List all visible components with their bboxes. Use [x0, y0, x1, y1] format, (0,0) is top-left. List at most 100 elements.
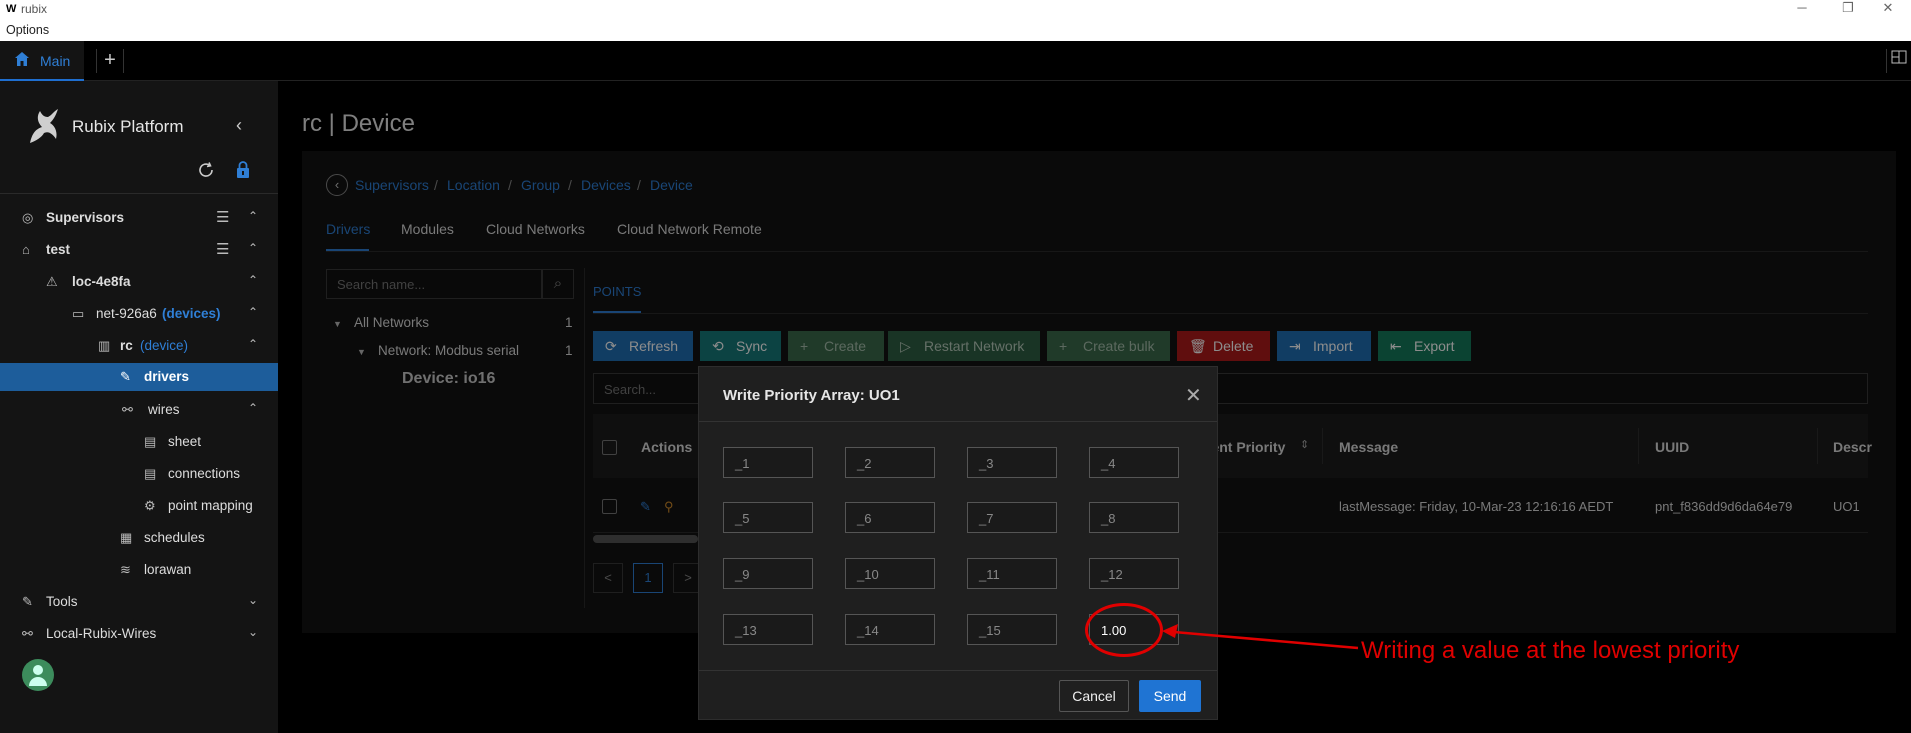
home-icon: ⌂	[22, 242, 30, 257]
device-icon: ▥	[98, 338, 111, 353]
priority-input-11[interactable]: _11	[967, 558, 1057, 589]
rubix-logo-icon	[30, 109, 58, 143]
lock-icon[interactable]	[236, 161, 250, 179]
annotation-text: Writing a value at the lowest priority	[1361, 637, 1740, 664]
sidebar-item-label: drivers	[144, 369, 190, 384]
chevron-up-icon[interactable]: ⌃	[248, 241, 258, 255]
cancel-button[interactable]: Cancel	[1059, 680, 1129, 712]
sidebar-item-supervisors[interactable]: ◎ Supervisors ☰ ⌃	[0, 203, 278, 233]
sidebar-item-label: sheet	[168, 434, 202, 449]
home-icon	[15, 52, 29, 66]
layout-icon[interactable]	[1886, 49, 1911, 73]
window-title: rubix	[21, 2, 48, 16]
priority-input-15[interactable]: _15	[967, 614, 1057, 645]
sidebar-item-lorawan[interactable]: ≋ lorawan	[0, 555, 278, 585]
sidebar-item-drivers[interactable]: ✎ drivers	[0, 363, 278, 391]
priority-input-4[interactable]: _4	[1089, 447, 1179, 478]
sidebar-item-local-rubix-wires[interactable]: ⚯ Local-Rubix-Wires ⌄	[0, 619, 278, 649]
refresh-icon[interactable]	[197, 161, 215, 179]
chevron-up-icon[interactable]: ⌃	[248, 273, 258, 287]
wifi-icon: ≋	[120, 562, 131, 577]
sidebar-item-schedules[interactable]: ▦ schedules	[0, 523, 278, 553]
sidebar-item-label: Tools	[46, 594, 78, 609]
sidebar-item-tag: (devices)	[162, 306, 221, 321]
app-icon: W	[6, 3, 17, 15]
chevron-up-icon[interactable]: ⌃	[248, 337, 258, 351]
priority-input-9[interactable]: _9	[723, 558, 813, 589]
sheet-icon: ▤	[144, 434, 157, 449]
tab-main[interactable]: Main	[0, 41, 84, 81]
priority-input-1[interactable]: _1	[723, 447, 813, 478]
menu-options[interactable]: Options	[6, 23, 49, 37]
sidebar-item-tag: (device)	[140, 338, 189, 353]
tab-main-label: Main	[40, 53, 71, 69]
menu-icon[interactable]: ☰	[216, 208, 229, 226]
priority-input-6[interactable]: _6	[845, 502, 935, 533]
sidebar-item-label: test	[46, 242, 71, 257]
sidebar-item-label: loc-4e8fa	[72, 274, 131, 289]
sidebar-item-label: connections	[168, 466, 241, 481]
wires-local-icon: ⚯	[22, 626, 33, 641]
sidebar-item-sheet[interactable]: ▤ sheet	[0, 427, 278, 457]
priority-input-3[interactable]: _3	[967, 447, 1057, 478]
close-window-button[interactable]: ✕	[1865, 0, 1911, 19]
sidebar-divider	[0, 193, 278, 194]
menu-bar: Options	[0, 19, 1911, 41]
tools-icon: ✎	[22, 594, 33, 609]
close-icon[interactable]: ✕	[1185, 383, 1202, 408]
sidebar-item-label: net-926a6	[96, 306, 157, 321]
app-tab-strip: Main +	[0, 41, 1911, 81]
modal-footer-divider	[699, 670, 1217, 671]
annotation-arrow-icon	[1162, 624, 1359, 650]
collapse-sidebar-icon[interactable]: ‹	[236, 115, 242, 136]
sidebar-item-wires[interactable]: ⚯ wires ⌃	[0, 395, 278, 425]
sidebar-item-test[interactable]: ⌂ test ☰ ⌃	[0, 235, 278, 265]
sidebar-item-connections[interactable]: ▤ connections	[0, 459, 278, 489]
menu-icon[interactable]: ☰	[216, 240, 229, 258]
annotation-circle	[1085, 603, 1163, 657]
avatar[interactable]	[22, 659, 54, 691]
brand-name: Rubix Platform	[72, 117, 184, 136]
sidebar-item-label: rc	[120, 338, 133, 353]
sidebar-item-label: Supervisors	[46, 210, 125, 225]
wires-icon: ⚯	[122, 402, 133, 417]
priority-input-13[interactable]: _13	[723, 614, 813, 645]
sidebar-item-point-mapping[interactable]: ⚙ point mapping	[0, 491, 278, 521]
sidebar-item-label: schedules	[144, 530, 205, 545]
chevron-down-icon[interactable]: ⌄	[248, 593, 258, 607]
location-icon: ⚠	[46, 274, 58, 289]
priority-input-14[interactable]: _14	[845, 614, 935, 645]
sidebar-item-tools[interactable]: ✎ Tools ⌄	[0, 587, 278, 617]
sidebar-item-label: lorawan	[144, 562, 192, 577]
supervisors-icon: ◎	[22, 210, 34, 225]
chevron-down-icon[interactable]: ⌄	[248, 625, 258, 639]
sidebar-item-label: wires	[148, 402, 180, 417]
write-priority-modal: Write Priority Array: UO1 ✕ _1 _2 _3 _4 …	[698, 366, 1218, 720]
priority-input-5[interactable]: _5	[723, 502, 813, 533]
sidebar: Rubix Platform ‹ ◎ Supervisors ☰ ⌃ ⌂ tes…	[0, 81, 278, 733]
calendar-icon: ▦	[120, 530, 133, 545]
sidebar-item-label: Local-Rubix-Wires	[46, 626, 157, 641]
sidebar-item-label: point mapping	[168, 498, 253, 513]
add-tab-button[interactable]: +	[96, 49, 124, 73]
chevron-up-icon[interactable]: ⌃	[248, 401, 258, 415]
network-icon: ▭	[72, 306, 85, 321]
point-mapping-icon: ⚙	[144, 498, 156, 513]
priority-input-7[interactable]: _7	[967, 502, 1057, 533]
sidebar-item-device[interactable]: ▥ rc (device) ⌃	[0, 331, 278, 361]
sidebar-item-location[interactable]: ⚠ loc-4e8fa ⌃	[0, 267, 278, 297]
wrench-icon: ✎	[120, 369, 131, 384]
modal-title: Write Priority Array: UO1	[723, 387, 900, 404]
priority-input-12[interactable]: _12	[1089, 558, 1179, 589]
sidebar-item-network[interactable]: ▭ net-926a6 (devices) ⌃	[0, 299, 278, 329]
chevron-up-icon[interactable]: ⌃	[248, 305, 258, 319]
window-titlebar: W rubix ─ ❐ ✕	[0, 0, 1911, 19]
connections-icon: ▤	[144, 466, 157, 481]
send-button[interactable]: Send	[1139, 680, 1201, 712]
minimize-button[interactable]: ─	[1779, 0, 1825, 19]
modal-header-divider	[699, 421, 1217, 422]
priority-input-2[interactable]: _2	[845, 447, 935, 478]
priority-input-8[interactable]: _8	[1089, 502, 1179, 533]
chevron-up-icon[interactable]: ⌃	[248, 209, 258, 223]
priority-input-10[interactable]: _10	[845, 558, 935, 589]
